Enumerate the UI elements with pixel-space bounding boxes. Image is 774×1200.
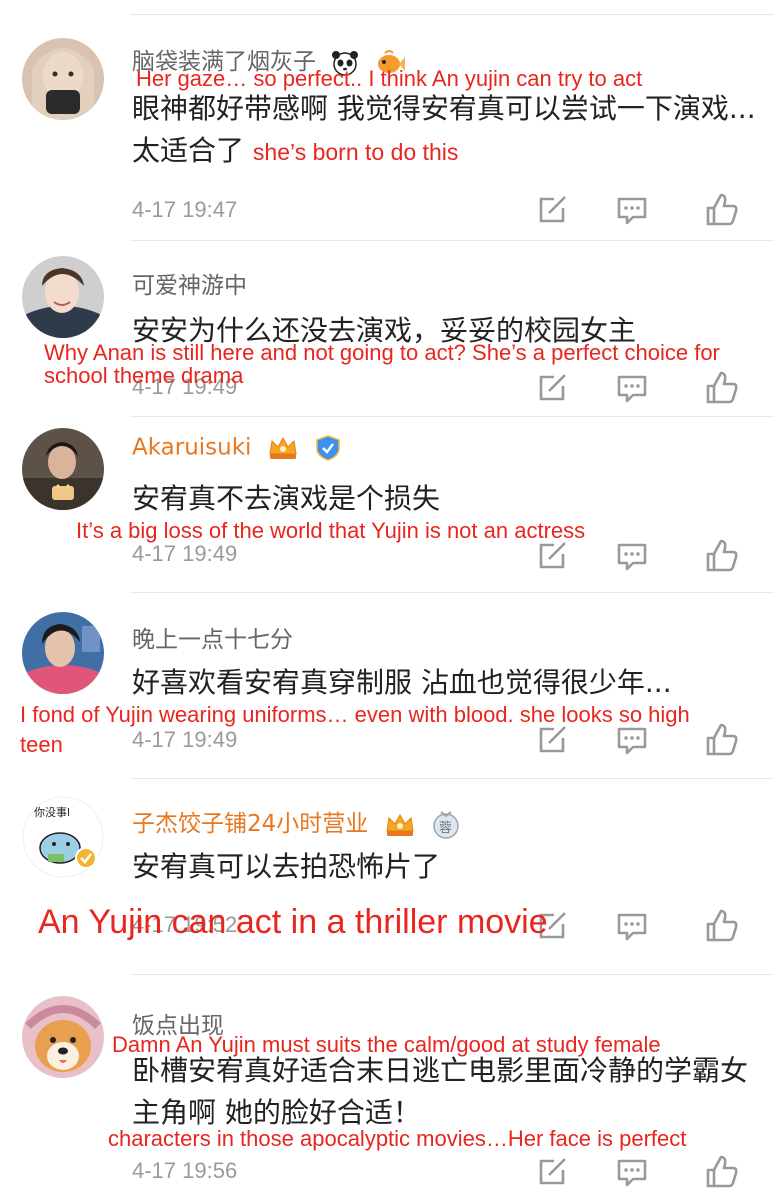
comment-text: 眼神都好带感啊 我觉得安宥真可以尝试一下演戏...太适合了 she’s born…: [132, 92, 756, 167]
reply-comment-icon[interactable]: [612, 536, 652, 576]
translation-text: characters in those apocalyptic movies…H…: [108, 1126, 687, 1151]
top-divider: [130, 14, 774, 15]
avatar[interactable]: [22, 996, 104, 1078]
like-thumb-icon[interactable]: [702, 190, 742, 230]
translation-text: teen: [20, 732, 63, 757]
avatar[interactable]: [22, 612, 104, 694]
share-icon[interactable]: [532, 720, 572, 760]
avatar-caption: 你没事l: [34, 806, 71, 819]
username[interactable]: 晚上一点十七分: [132, 620, 293, 654]
divider: [130, 416, 774, 417]
fan-medal-icon: 蓉: [431, 810, 461, 840]
share-icon[interactable]: [532, 1152, 572, 1192]
avatar[interactable]: [22, 256, 104, 338]
timestamp: 4-17 19:56: [132, 1158, 238, 1183]
like-thumb-icon[interactable]: [702, 536, 742, 576]
comment-actions: [530, 720, 760, 760]
comment-text: 卧槽安宥真好适合末日逃亡电影里面冷静的学霸女主角啊 她的脸好合适！: [132, 1054, 749, 1129]
comment-actions: [530, 368, 760, 408]
like-thumb-icon[interactable]: [702, 720, 742, 760]
share-icon[interactable]: [532, 190, 572, 230]
comment-actions: [530, 906, 760, 946]
username[interactable]: Akaruisuki: [132, 434, 342, 462]
comment-actions: [530, 1152, 760, 1192]
verified-shield-icon: [314, 434, 342, 462]
share-icon[interactable]: [532, 536, 572, 576]
like-thumb-icon[interactable]: [702, 1152, 742, 1192]
divider: [130, 778, 774, 779]
reply-comment-icon[interactable]: [612, 368, 652, 408]
share-icon[interactable]: [532, 368, 572, 408]
avatar[interactable]: 你没事l: [22, 796, 104, 878]
timestamp: 4-17 19:47: [132, 197, 238, 222]
avatar[interactable]: [22, 428, 104, 510]
timestamp: 4-17 19:49: [132, 541, 238, 566]
like-thumb-icon[interactable]: [702, 368, 742, 408]
inline-translation-text: she’s born to do this: [252, 139, 459, 165]
avatar[interactable]: [22, 38, 104, 120]
comment-actions: [530, 190, 760, 230]
username[interactable]: 子杰饺子铺24小时营业 蓉: [132, 804, 461, 840]
divider: [130, 240, 774, 241]
reply-comment-icon[interactable]: [612, 720, 652, 760]
divider: [130, 592, 774, 593]
comment-text: 安宥真不去演戏是个损失: [132, 482, 441, 515]
reply-comment-icon[interactable]: [612, 906, 652, 946]
like-thumb-icon[interactable]: [702, 906, 742, 946]
timestamp: 4-17 19:49: [132, 727, 238, 752]
reply-comment-icon[interactable]: [612, 1152, 652, 1192]
translation-text: An Yujin can act in a thriller movie: [38, 903, 548, 941]
divider: [130, 974, 774, 975]
comment-text: 好喜欢看安宥真穿制服 沾血也觉得很少年...: [132, 666, 672, 699]
vip-crown-icon: [384, 811, 416, 839]
vip-crown-icon: [267, 434, 299, 462]
translation-text: school theme drama: [44, 363, 244, 388]
reply-comment-icon[interactable]: [612, 190, 652, 230]
username[interactable]: 可爱神游中: [132, 266, 247, 300]
comment-text: 安宥真可以去拍恐怖片了: [132, 850, 441, 883]
comment-actions: [530, 536, 760, 576]
